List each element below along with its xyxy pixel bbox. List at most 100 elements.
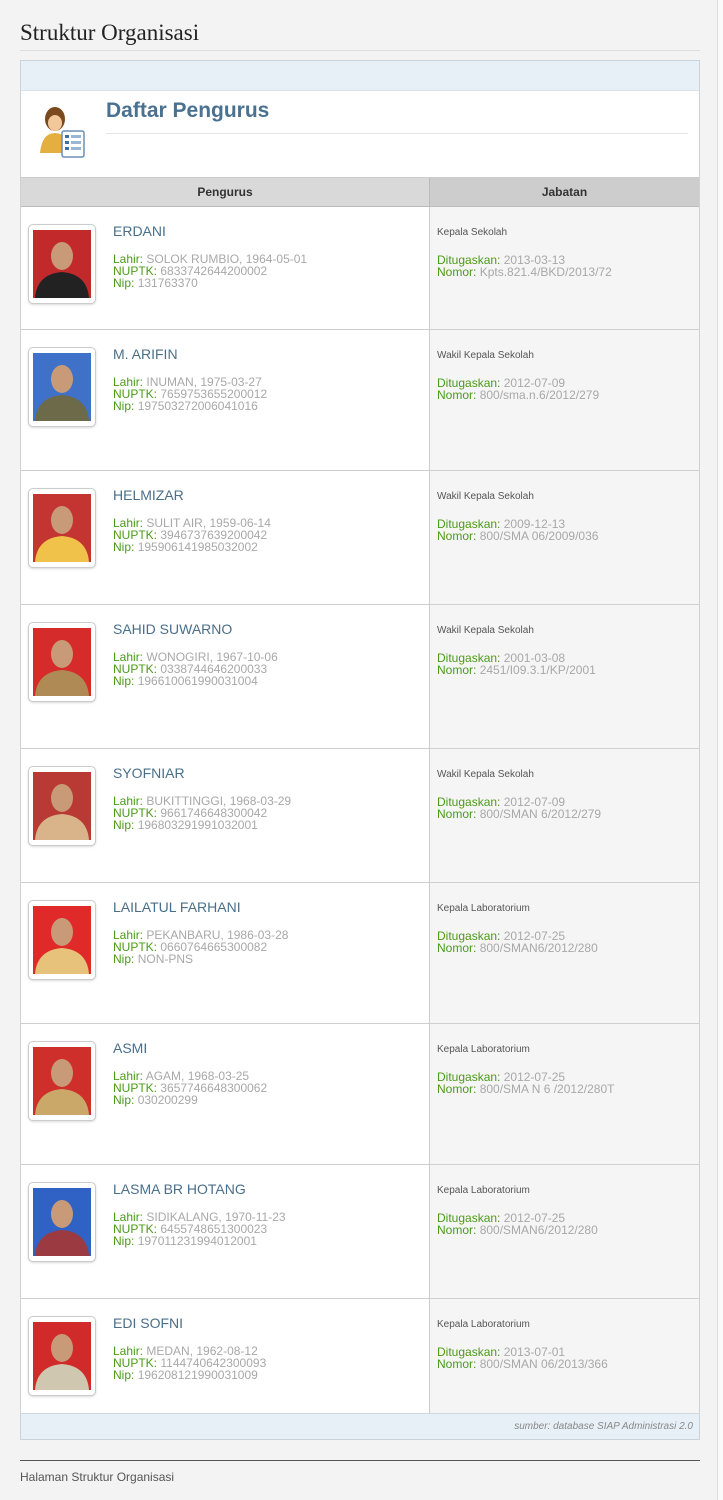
staff-info: M. ARIFIN Lahir: INUMAN, 1975-03-27 NUPTK:… (113, 347, 267, 412)
staff-name[interactable]: LAILATUL FARHANI (113, 900, 288, 914)
staff-photo (33, 230, 91, 298)
nip-value: NON-PNS (137, 952, 194, 966)
jabatan-title: Wakil Kepala Sekolah (437, 625, 534, 636)
staff-info: ASMI Lahir: AGAM, 1968-03-25 NUPTK: 365774… (113, 1041, 267, 1106)
staff-name[interactable]: HELMIZAR (113, 488, 271, 502)
nip-label: Nip: (113, 1093, 135, 1107)
nip-value: 131763370 (137, 276, 198, 290)
staff-name[interactable]: M. ARIFIN (113, 347, 267, 361)
pengurus-cell: SAHID SUWARNO Lahir: WONOGIRI, 1967-10-06… (21, 604, 430, 749)
jabatan-cell: Wakil Kepala Sekolah Ditugaskan: 2009-12-… (429, 470, 699, 605)
staff-name[interactable]: EDI SOFNI (113, 1316, 266, 1330)
table-row: LAILATUL FARHANI Lahir: PEKANBARU, 1986-0… (21, 882, 699, 1024)
panel-topbar (21, 61, 699, 91)
staff-photo-frame[interactable] (28, 622, 96, 702)
nomor-label: Nomor: (437, 1357, 477, 1371)
nomor-line: Nomor: 2451/I09.3.1/KP/2001 (437, 664, 699, 676)
nomor-line: Nomor: 800/SMAN 6/2012/279 (437, 808, 699, 820)
table-row: SYOFNIAR Lahir: BUKITTINGGI, 1968-03-29 NU… (21, 748, 699, 883)
nip-line: Nip: 197011231994012001 (113, 1235, 286, 1247)
nomor-line: Nomor: 800/SMAN6/2012/280 (437, 1224, 699, 1236)
nomor-label: Nomor: (437, 807, 477, 821)
nip-value: 196803291991032001 (137, 818, 258, 832)
jabatan-title: Wakil Kepala Sekolah (437, 491, 534, 502)
jabatan-title: Kepala Laboratorium (437, 1185, 530, 1196)
pengurus-cell: HELMIZAR Lahir: SULIT AIR, 1959-06-14 NUPT… (21, 470, 430, 605)
staff-photo (33, 494, 91, 562)
staff-photo-frame[interactable] (28, 1182, 96, 1262)
nomor-label: Nomor: (437, 941, 477, 955)
jabatan-cell: Wakil Kepala Sekolah Ditugaskan: 2001-03-… (429, 604, 699, 749)
nomor-value: 800/SMAN 06/2013/366 (479, 1357, 608, 1371)
nip-label: Nip: (113, 276, 135, 290)
footer-divider (20, 1460, 700, 1461)
staff-photo (33, 353, 91, 421)
staff-photo-frame[interactable] (28, 224, 96, 304)
footer-text: Halaman Struktur Organisasi (20, 1470, 175, 1484)
jabatan-cell: Kepala Laboratorium Ditugaskan: 2012-07-2… (429, 882, 699, 1024)
staff-info: SAHID SUWARNO Lahir: WONOGIRI, 1967-10-06… (113, 622, 278, 687)
staff-info: LAILATUL FARHANI Lahir: PEKANBARU, 1986-0… (113, 900, 288, 965)
staff-name[interactable]: SYOFNIAR (113, 766, 291, 780)
staff-photo (33, 1322, 91, 1390)
nip-line: Nip: 131763370 (113, 277, 307, 289)
jabatan-title: Wakil Kepala Sekolah (437, 350, 534, 361)
jabatan-title: Kepala Laboratorium (437, 1044, 530, 1055)
nip-label: Nip: (113, 540, 135, 554)
staff-photo-frame[interactable] (28, 766, 96, 846)
staff-photo-frame[interactable] (28, 900, 96, 980)
nomor-value: 800/SMA N 6 /2012/280T (479, 1082, 615, 1096)
table-row: M. ARIFIN Lahir: INUMAN, 1975-03-27 NUPTK:… (21, 329, 699, 471)
staff-photo (33, 628, 91, 696)
pengurus-cell: LAILATUL FARHANI Lahir: PEKANBARU, 1986-0… (21, 882, 430, 1024)
staff-photo-frame[interactable] (28, 347, 96, 427)
nomor-value: 800/SMAN6/2012/280 (479, 1223, 598, 1237)
staff-photo-frame[interactable] (28, 488, 96, 568)
pengurus-cell: ERDANI Lahir: SOLOK RUMBIO, 1964-05-01 NUP… (21, 206, 430, 330)
jabatan-cell: Kepala Laboratorium Ditugaskan: 2012-07-2… (429, 1023, 699, 1165)
staff-name[interactable]: ASMI (113, 1041, 267, 1055)
table-row: SAHID SUWARNO Lahir: WONOGIRI, 1967-10-06… (21, 604, 699, 749)
staff-info: HELMIZAR Lahir: SULIT AIR, 1959-06-14 NUPT… (113, 488, 271, 553)
nip-line: Nip: 196803291991032001 (113, 819, 291, 831)
nip-line: Nip: NON-PNS (113, 953, 288, 965)
table-row: HELMIZAR Lahir: SULIT AIR, 1959-06-14 NUPT… (21, 470, 699, 605)
nomor-label: Nomor: (437, 388, 477, 402)
staff-name[interactable]: SAHID SUWARNO (113, 622, 278, 636)
nip-line: Nip: 196610061990031004 (113, 675, 278, 687)
staff-photo (33, 1047, 91, 1115)
panel-heading-title: Daftar Pengurus (106, 99, 688, 134)
pengurus-cell: LASMA BR HOTANG Lahir: SIDIKALANG, 1970-1… (21, 1164, 430, 1299)
nip-line: Nip: 030200299 (113, 1094, 267, 1106)
staff-name[interactable]: LASMA BR HOTANG (113, 1182, 286, 1196)
jabatan-cell: Kepala Laboratorium Ditugaskan: 2012-07-2… (429, 1164, 699, 1299)
page-title: Struktur Organisasi (20, 20, 700, 51)
nomor-line: Nomor: Kpts.821.4/BKD/2013/72 (437, 266, 699, 278)
panel-heading: Daftar Pengurus (21, 91, 699, 178)
nip-label: Nip: (113, 1234, 135, 1248)
nip-value: 197011231994012001 (137, 1234, 257, 1248)
nomor-label: Nomor: (437, 1082, 477, 1096)
table-row: EDI SOFNI Lahir: MEDAN, 1962-08-12 NUPTK: … (21, 1298, 699, 1422)
staff-photo-frame[interactable] (28, 1316, 96, 1396)
nomor-line: Nomor: 800/SMA 06/2009/036 (437, 530, 699, 542)
source-note: sumber: database SIAP Administrasi 2.0 (21, 1413, 699, 1439)
jabatan-title: Kepala Laboratorium (437, 903, 530, 914)
nip-value: 197503272006041016 (137, 399, 258, 413)
staff-table: Pengurus Jabatan ERDANI Lahir: SOLOK RUMB… (21, 178, 699, 1422)
nip-label: Nip: (113, 818, 135, 832)
jabatan-cell: Kepala Sekolah Ditugaskan: 2013-03-13 Nomo… (429, 206, 699, 330)
pengurus-cell: EDI SOFNI Lahir: MEDAN, 1962-08-12 NUPTK: … (21, 1298, 430, 1422)
nomor-value: 2451/I09.3.1/KP/2001 (479, 663, 596, 677)
staff-photo (33, 906, 91, 974)
staff-info: LASMA BR HOTANG Lahir: SIDIKALANG, 1970-1… (113, 1182, 286, 1247)
staff-list-icon (40, 107, 85, 158)
jabatan-title: Kepala Sekolah (437, 227, 508, 238)
nip-value: 030200299 (137, 1093, 198, 1107)
staff-name[interactable]: ERDANI (113, 224, 307, 238)
jabatan-title: Kepala Laboratorium (437, 1319, 530, 1330)
nip-line: Nip: 196208121990031009 (113, 1369, 266, 1381)
pengurus-cell: SYOFNIAR Lahir: BUKITTINGGI, 1968-03-29 NU… (21, 748, 430, 883)
staff-photo-frame[interactable] (28, 1041, 96, 1121)
column-header-jabatan: Jabatan (429, 178, 699, 207)
